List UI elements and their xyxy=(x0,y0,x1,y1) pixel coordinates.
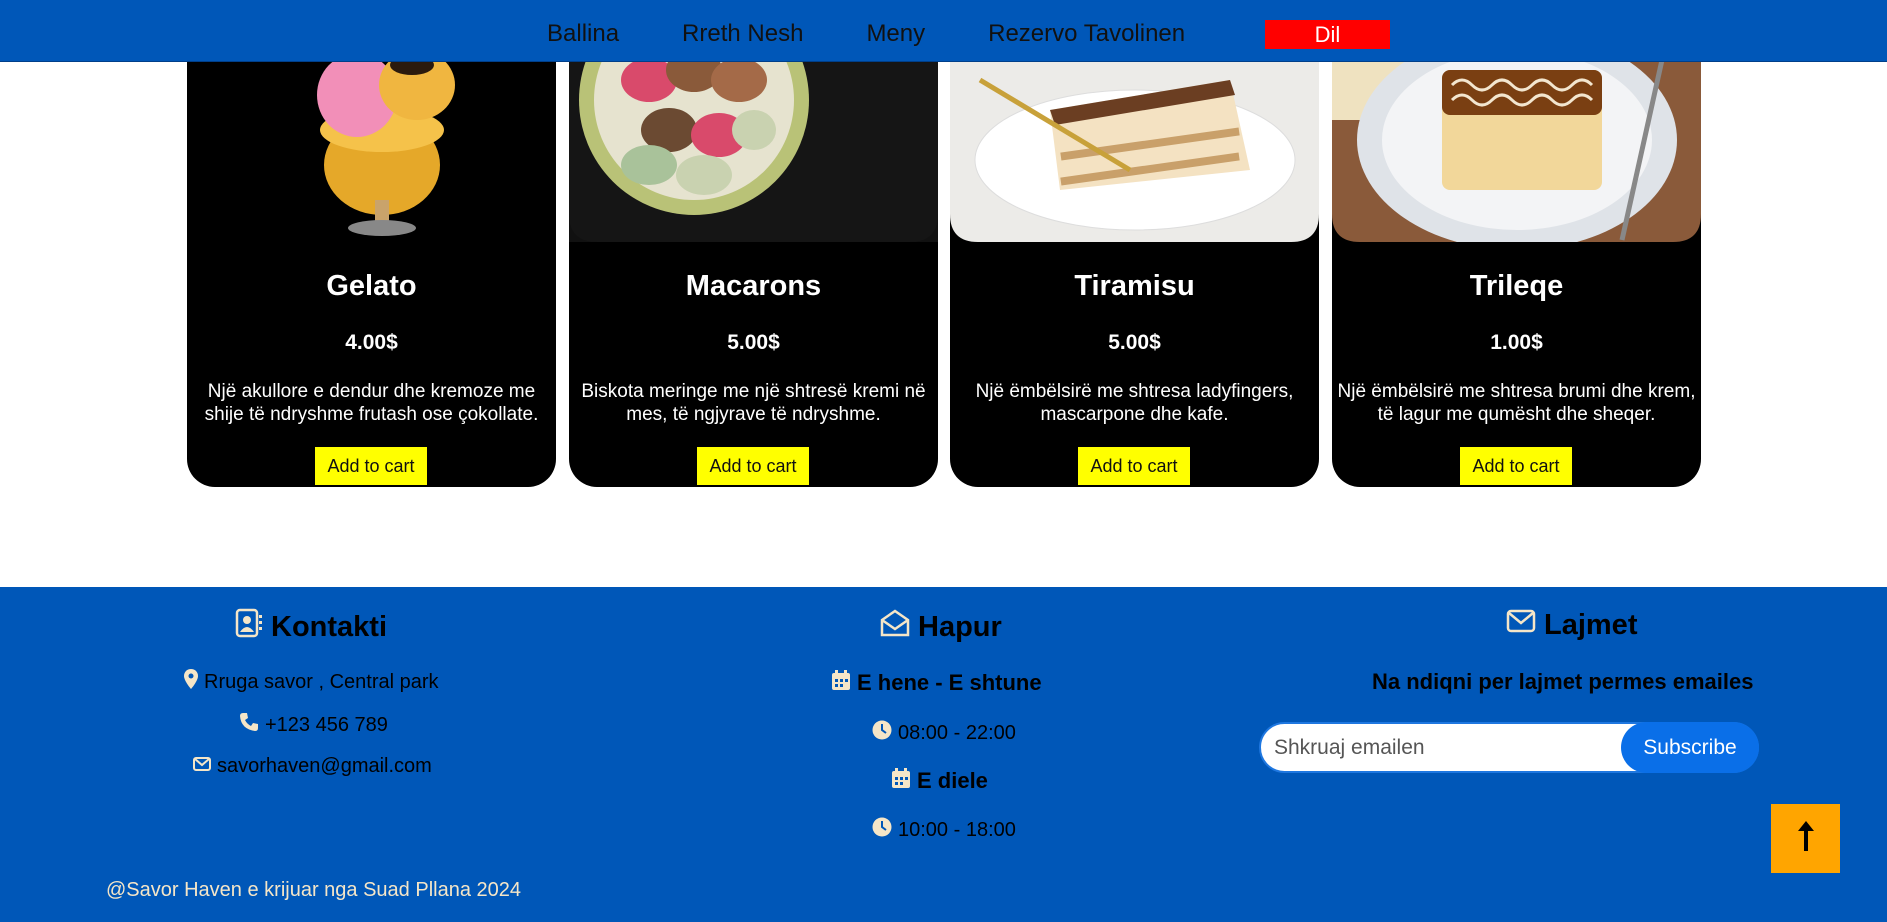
hours-sunday-time: 10:00 - 18:00 xyxy=(872,817,1016,843)
add-to-cart-button[interactable]: Add to cart xyxy=(1460,447,1572,485)
envelope-icon xyxy=(193,755,217,778)
product-card-macarons: Macarons 5.00$ Biskota meringe me një sh… xyxy=(569,0,938,487)
add-to-cart-button[interactable]: Add to cart xyxy=(1078,447,1190,485)
product-card-trileqe: Trileqe 1.00$ Një ëmbëlsirë me shtresa b… xyxy=(1332,0,1701,487)
product-description: Një ëmbëlsirë me shtresa ladyfingers, ma… xyxy=(975,381,1294,425)
nav-links: Ballina Rreth Nesh Meny Rezervo Tavoline… xyxy=(547,18,1248,50)
envelope-open-icon xyxy=(880,608,918,646)
product-price: 5.00$ xyxy=(1108,331,1161,354)
map-marker-icon xyxy=(184,669,204,695)
copyright: @Savor Haven e krijuar nga Suad Pllana 2… xyxy=(106,879,521,901)
product-card-gelato: Gelato 4.00$ Një akullore e dendur dhe k… xyxy=(187,0,556,487)
nav-item-ballina[interactable]: Ballina xyxy=(547,18,619,50)
product-name: Gelato xyxy=(326,270,417,302)
product-name: Macarons xyxy=(685,270,822,302)
product-description: Një akullore e dendur dhe kremoze me shi… xyxy=(204,381,539,425)
clock-icon xyxy=(872,720,898,746)
hours-weekdays: E hene - E shtune xyxy=(831,669,1042,697)
address-book-icon xyxy=(235,608,271,646)
phone-icon xyxy=(239,712,265,738)
nav-item-meny[interactable]: Meny xyxy=(866,18,925,50)
contact-phone: +123 456 789 xyxy=(239,712,388,738)
scroll-to-top-button[interactable] xyxy=(1771,804,1840,873)
product-description: Një ëmbëlsirë me shtresa brumi dhe krem,… xyxy=(1337,381,1696,425)
news-subtitle: Na ndiqni per lajmet permes emailes xyxy=(1372,669,1754,694)
arrow-up-icon xyxy=(1795,819,1817,858)
subscribe-button[interactable]: Subscribe xyxy=(1621,722,1759,773)
contact-title: Kontakti xyxy=(235,608,387,646)
product-price: 5.00$ xyxy=(727,331,780,354)
product-name: Tiramisu xyxy=(1074,270,1195,302)
hours-title: Hapur xyxy=(880,608,1002,646)
navbar: Ballina Rreth Nesh Meny Rezervo Tavoline… xyxy=(0,0,1887,62)
product-price: 1.00$ xyxy=(1490,331,1543,354)
envelope-icon xyxy=(1506,608,1544,642)
contact-address: Rruga savor , Central park xyxy=(184,669,439,695)
add-to-cart-button[interactable]: Add to cart xyxy=(315,447,427,485)
product-card-tiramisu: Tiramisu 5.00$ Një ëmbëlsirë me shtresa … xyxy=(950,0,1319,487)
calendar-icon xyxy=(831,669,857,697)
product-cards: Gelato 4.00$ Një akullore e dendur dhe k… xyxy=(187,0,1701,487)
product-name: Trileqe xyxy=(1469,270,1564,302)
hours-weekdays-time: 08:00 - 22:00 xyxy=(872,720,1016,746)
contact-email: savorhaven@gmail.com xyxy=(193,755,432,778)
logout-button[interactable]: Dil xyxy=(1265,20,1390,49)
product-description: Biskota meringe me një shtresë kremi në … xyxy=(581,381,926,425)
nav-item-rezervo[interactable]: Rezervo Tavolinen xyxy=(988,18,1185,50)
hours-sunday: E diele xyxy=(891,767,988,795)
add-to-cart-button[interactable]: Add to cart xyxy=(697,447,809,485)
product-price: 4.00$ xyxy=(345,331,398,354)
calendar-icon xyxy=(891,767,917,795)
clock-icon xyxy=(872,817,898,843)
news-title: Lajmet xyxy=(1506,608,1637,642)
newsletter-form: Subscribe xyxy=(1259,722,1759,773)
nav-item-rreth-nesh[interactable]: Rreth Nesh xyxy=(682,18,803,50)
